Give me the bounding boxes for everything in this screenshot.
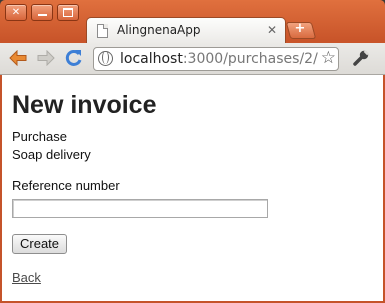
reference-number-label: Reference number (12, 178, 120, 193)
window-minimize-button[interactable] (31, 4, 53, 21)
back-link[interactable]: Back (12, 270, 41, 285)
wrench-icon (353, 50, 369, 66)
tab-title: AlingnenaApp (117, 23, 201, 37)
window-maximize-button[interactable] (57, 4, 79, 21)
page-icon (97, 24, 108, 38)
forward-arrow-icon (37, 50, 55, 66)
browser-toolbar: localhost:3000/purchases/2/ ☆ (0, 43, 385, 75)
url-host: localhost (120, 51, 183, 67)
back-button[interactable] (7, 48, 29, 68)
globe-icon (98, 51, 113, 66)
minimize-icon (37, 13, 47, 16)
purchase-value: Soap delivery (12, 147, 91, 162)
reload-icon (65, 49, 82, 66)
close-icon: ✕ (11, 6, 21, 18)
plus-icon: + (294, 21, 306, 36)
tab-alingnena-app[interactable]: AlingnenaApp ✕ (86, 17, 286, 44)
new-tab-button[interactable]: + (285, 21, 317, 39)
create-button[interactable]: Create (12, 234, 68, 254)
window-close-button[interactable]: ✕ (5, 4, 27, 21)
tab-close-icon[interactable]: ✕ (267, 22, 277, 38)
url-path: :3000/purchases/2/ (182, 51, 318, 67)
maximize-icon (63, 8, 73, 17)
browser-window: ✕ AlingnenaApp ✕ + localhost:3000/purcha… (0, 0, 385, 303)
page-title: New invoice (12, 91, 157, 119)
reference-number-input[interactable] (12, 199, 268, 218)
purchase-label: Purchase (12, 129, 67, 144)
bookmark-star-icon[interactable]: ☆ (318, 48, 336, 69)
forward-button[interactable] (35, 48, 57, 68)
settings-wrench-button[interactable] (350, 48, 372, 68)
back-arrow-icon (9, 50, 27, 66)
page-content: New invoice Purchase Soap delivery Refer… (2, 75, 383, 301)
reload-button[interactable] (63, 48, 85, 68)
address-bar[interactable]: localhost:3000/purchases/2/ ☆ (93, 47, 339, 71)
url-text: localhost:3000/purchases/2/ (120, 51, 318, 67)
